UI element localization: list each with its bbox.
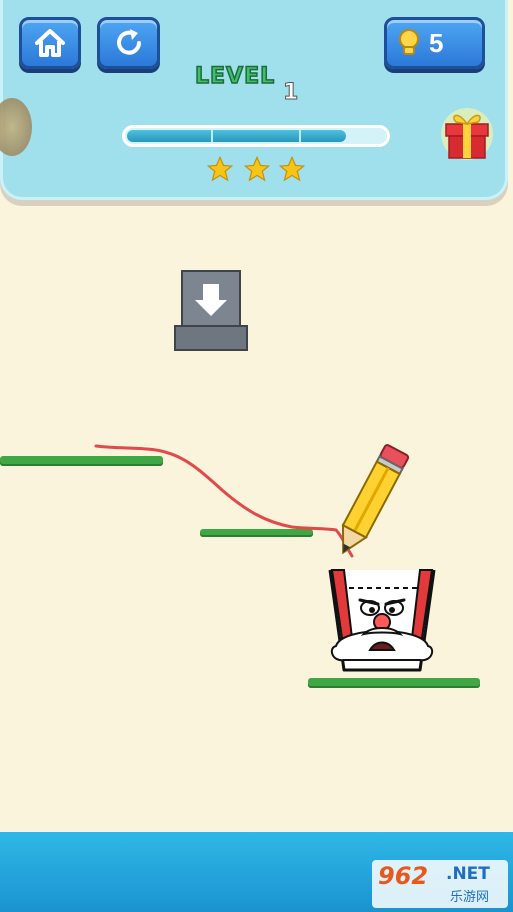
gift-icon[interactable]	[440, 102, 494, 162]
restart-button[interactable]	[97, 17, 160, 69]
watermark-number: 962	[378, 862, 429, 890]
star-icon	[206, 155, 234, 182]
water-spawner	[174, 270, 248, 351]
pencil-icon	[341, 444, 410, 555]
level-number: 1	[282, 80, 299, 106]
progress-divider	[299, 130, 301, 142]
progress-fill	[127, 130, 346, 142]
hint-count: 5	[429, 28, 444, 58]
progress-bar	[122, 125, 390, 147]
lightbulb-icon	[399, 29, 419, 55]
hint-button[interactable]: 5	[384, 17, 485, 69]
platform	[308, 678, 480, 688]
progress-divider	[211, 130, 213, 142]
platform	[0, 456, 163, 466]
watermark-logo: 962 .NET 乐游网	[372, 860, 508, 908]
platform	[200, 529, 313, 537]
level-label: LEVEL	[194, 63, 276, 90]
star-icon	[243, 155, 271, 182]
watermark-domain: .NET	[446, 864, 490, 884]
cup-character	[328, 569, 436, 672]
restart-icon	[116, 29, 141, 55]
watermark-subtitle: 乐游网	[450, 890, 490, 905]
home-button[interactable]	[19, 17, 81, 69]
star-icon	[278, 155, 306, 182]
home-icon	[35, 29, 65, 57]
